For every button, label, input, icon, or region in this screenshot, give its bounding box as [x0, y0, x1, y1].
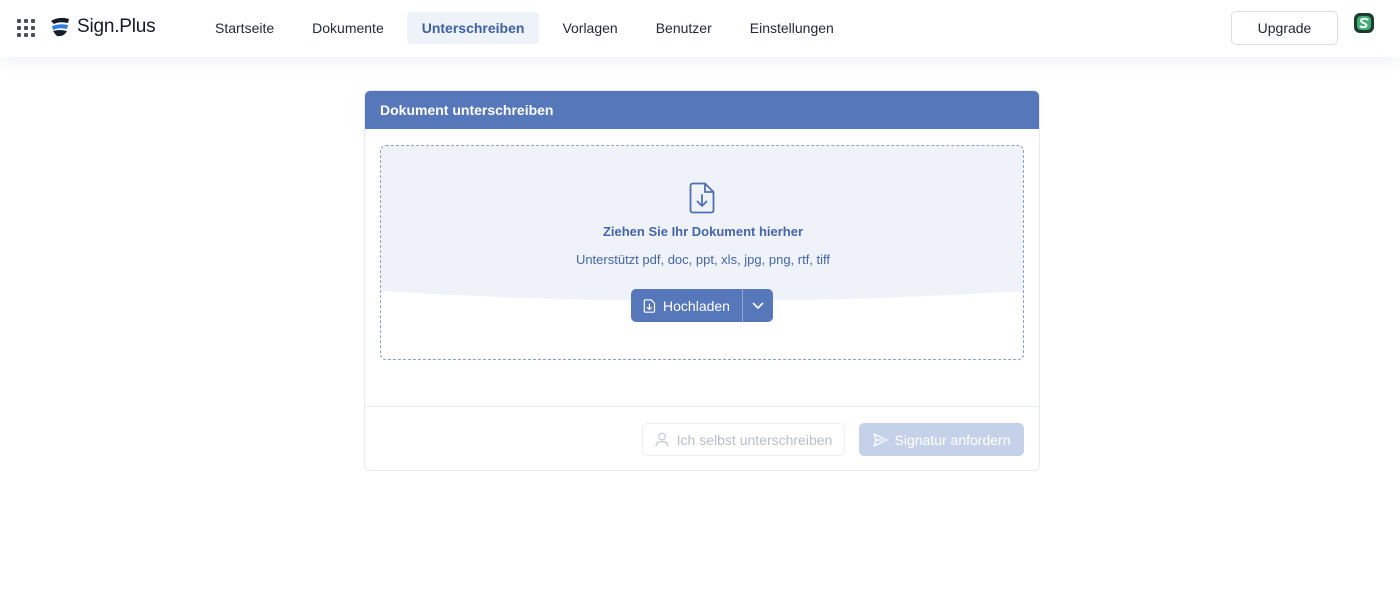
- nav-item-einstellungen[interactable]: Einstellungen: [735, 12, 849, 44]
- nav-item-startseite[interactable]: Startseite: [200, 12, 289, 44]
- app-name: Sign.Plus: [77, 16, 156, 37]
- app-logo[interactable]: Sign.Plus: [49, 16, 156, 38]
- nav-item-benutzer[interactable]: Benutzer: [641, 12, 727, 44]
- send-icon: [872, 433, 888, 446]
- avatar[interactable]: [1353, 12, 1375, 34]
- apps-grid-icon[interactable]: [17, 19, 35, 37]
- user-icon: [655, 432, 669, 447]
- upload-button-label: Hochladen: [663, 297, 730, 314]
- upload-options-toggle[interactable]: [743, 289, 773, 322]
- logo-mark-icon: [51, 17, 69, 37]
- upload-button[interactable]: Hochladen: [631, 289, 743, 322]
- file-download-icon: [689, 182, 715, 214]
- document-dropzone[interactable]: Ziehen Sie Ihr Dokument hierher Unterstü…: [380, 145, 1024, 360]
- main-nav: Startseite Dokumente Unterschreiben Vorl…: [200, 12, 857, 44]
- dropzone-title: Ziehen Sie Ihr Dokument hierher: [602, 224, 804, 239]
- request-signature-label: Signatur anfordern: [894, 431, 1011, 448]
- card-title: Dokument unterschreiben: [365, 91, 1039, 129]
- upload-split-button: Hochladen: [631, 289, 773, 322]
- self-sign-label: Ich selbst unterschreiben: [676, 431, 833, 448]
- nav-item-dokumente[interactable]: Dokumente: [297, 12, 399, 44]
- self-sign-button[interactable]: Ich selbst unterschreiben: [642, 423, 845, 456]
- card-footer-divider: [365, 406, 1039, 407]
- sign-document-card: Dokument unterschreiben Ziehen Sie Ihr D…: [364, 90, 1040, 471]
- nav-item-unterschreiben[interactable]: Unterschreiben: [406, 12, 540, 44]
- chevron-down-icon: [752, 302, 764, 309]
- top-navigation-bar: Sign.Plus Startseite Dokumente Unterschr…: [0, 0, 1400, 57]
- request-signature-button[interactable]: Signatur anfordern: [859, 423, 1024, 456]
- nav-item-vorlagen[interactable]: Vorlagen: [547, 12, 632, 44]
- upgrade-button[interactable]: Upgrade: [1231, 11, 1338, 45]
- dropzone-supported-formats: Unterstützt pdf, doc, ppt, xls, jpg, png…: [575, 252, 831, 267]
- upload-file-icon: [643, 298, 656, 313]
